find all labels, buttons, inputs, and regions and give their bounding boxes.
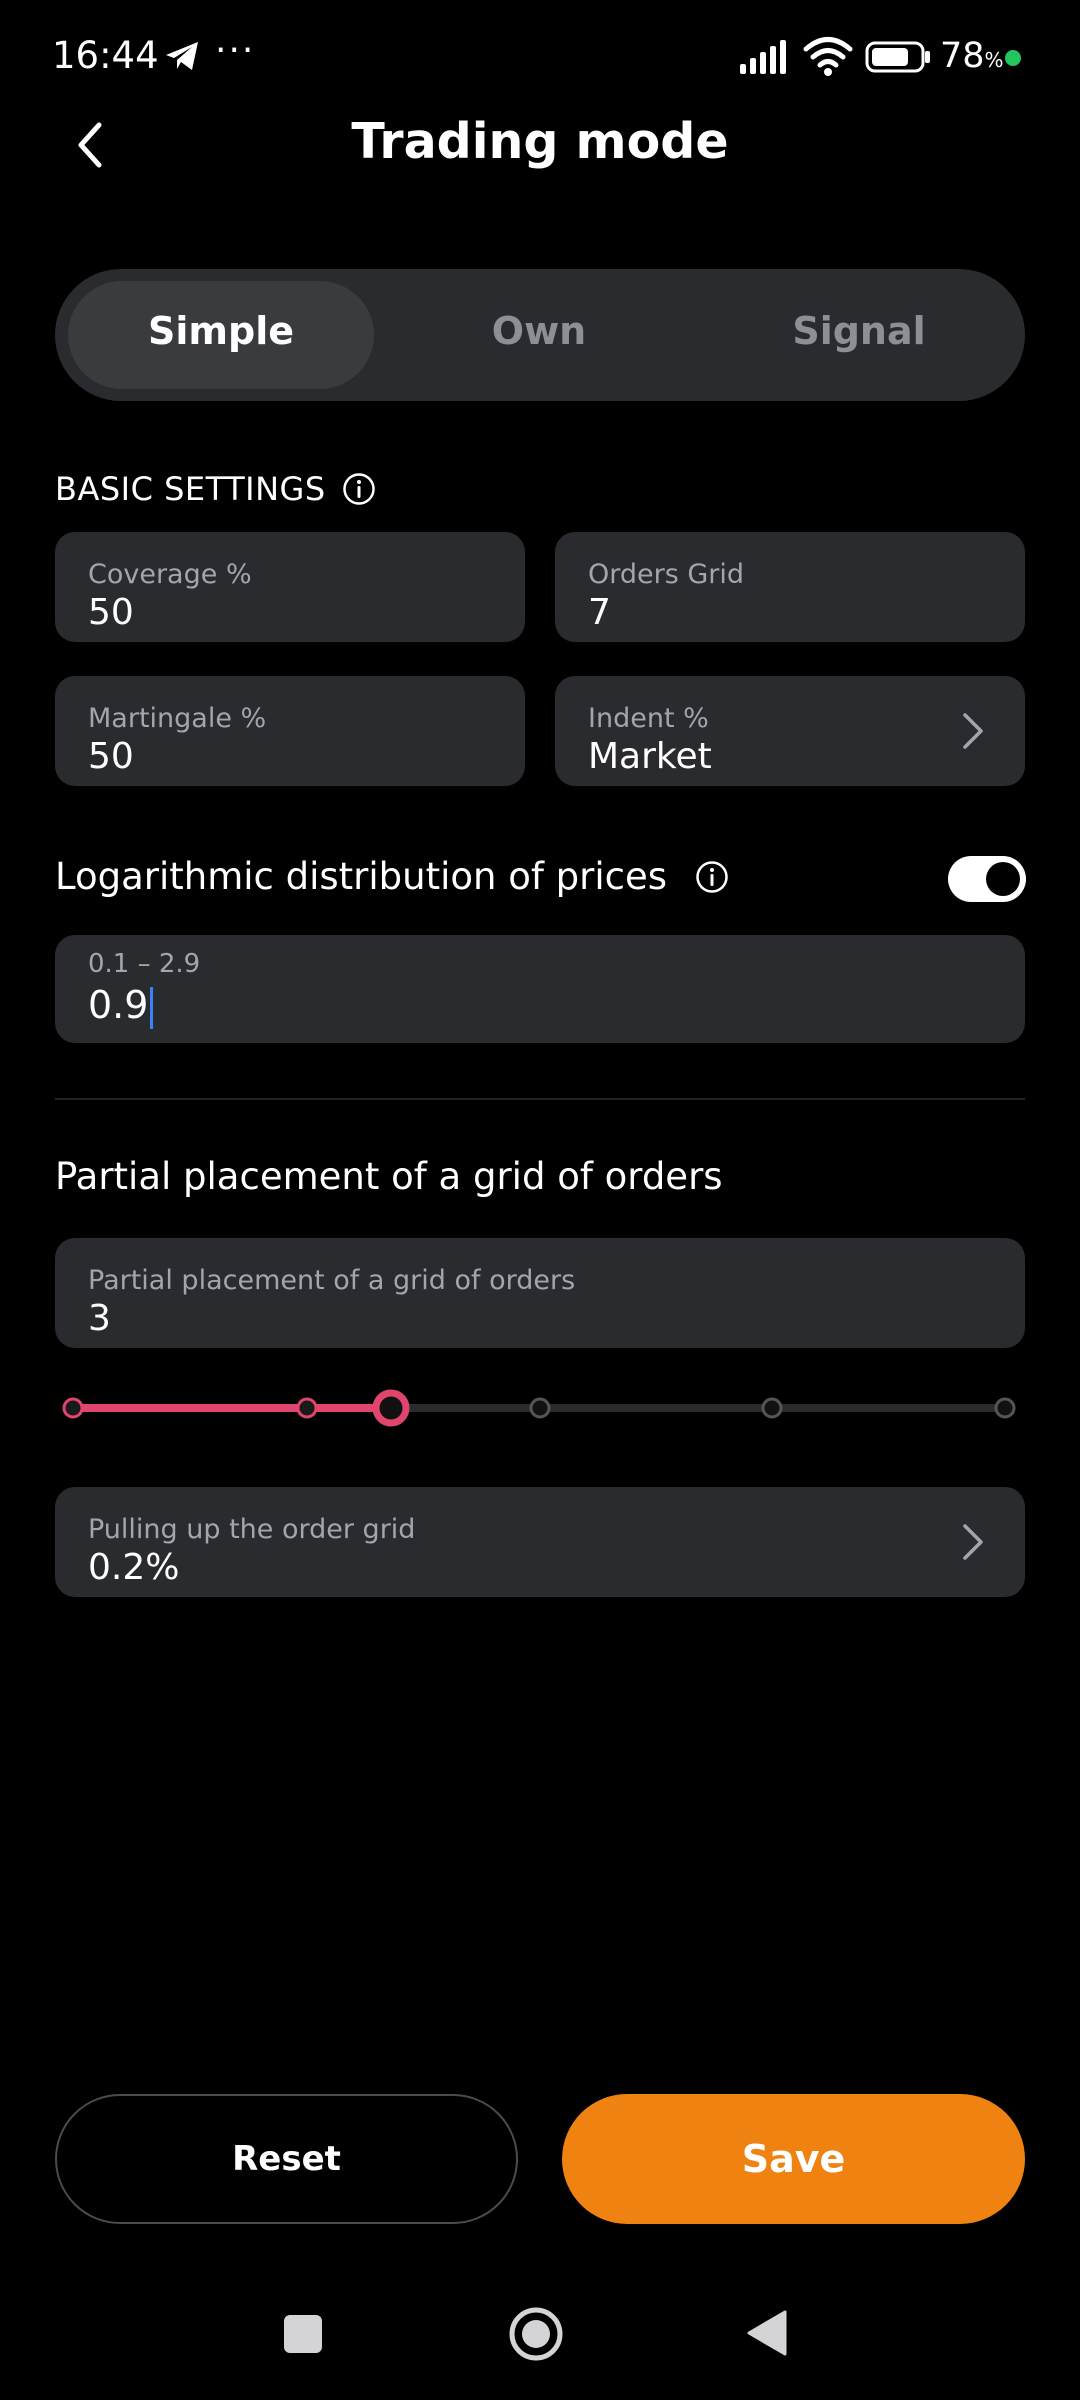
basic-settings-label: BASIC SETTINGS — [55, 470, 326, 508]
battery-percent-unit: % — [984, 48, 1004, 72]
log-value-text: 0.9 — [88, 983, 149, 1027]
partial-placement-label: Partial placement of a grid of orders — [88, 1265, 576, 1296]
chevron-right-icon — [963, 1524, 983, 1560]
orders-grid-field[interactable]: Orders Grid 7 — [555, 532, 1025, 642]
battery-percent: 78% — [940, 36, 1004, 76]
indent-label: Indent % — [588, 703, 709, 734]
reset-button[interactable]: Reset — [55, 2094, 518, 2224]
battery-icon — [865, 41, 930, 73]
page-title: Trading mode — [351, 113, 729, 170]
battery-percent-value: 78 — [940, 36, 985, 76]
toggle-knob — [986, 862, 1020, 896]
orders-grid-label: Orders Grid — [588, 559, 745, 590]
tab-signal[interactable]: Signal — [706, 309, 1012, 353]
slider-thumb[interactable] — [372, 1389, 410, 1427]
tab-own[interactable]: Own — [386, 309, 692, 353]
charging-dot — [1005, 50, 1021, 66]
log-value: 0.9 — [88, 983, 154, 1029]
coverage-field[interactable]: Coverage % 50 — [55, 532, 525, 642]
text-caret — [150, 986, 154, 1029]
recent-apps-icon[interactable] — [284, 2315, 322, 2353]
slider-stop — [296, 1397, 318, 1419]
coverage-label: Coverage % — [88, 559, 252, 590]
telegram-icon — [166, 42, 198, 70]
orders-grid-value: 7 — [588, 592, 611, 633]
status-bar: 16:44 ··· 78% — [0, 0, 1080, 110]
info-icon[interactable] — [342, 472, 376, 506]
partial-placement-title: Partial placement of a grid of orders — [55, 1155, 723, 1198]
indent-selector[interactable]: Indent % Market — [555, 676, 1025, 786]
divider — [55, 1098, 1025, 1100]
save-button[interactable]: Save — [562, 2094, 1025, 2224]
coverage-value: 50 — [88, 592, 134, 633]
partial-placement-slider[interactable] — [55, 1380, 1025, 1440]
log-distribution-label: Logarithmic distribution of prices — [55, 855, 668, 898]
partial-placement-value: 3 — [88, 1298, 111, 1339]
log-range-label: 0.1 – 2.9 — [88, 949, 201, 979]
partial-placement-field[interactable]: Partial placement of a grid of orders 3 — [55, 1238, 1025, 1348]
log-distribution-input[interactable]: 0.1 – 2.9 0.9 — [55, 935, 1025, 1043]
slider-stop — [62, 1397, 84, 1419]
log-distribution-title: Logarithmic distribution of prices — [55, 855, 729, 898]
pulling-up-value: 0.2% — [88, 1547, 180, 1588]
slider-stop — [994, 1397, 1016, 1419]
martingale-label: Martingale % — [88, 703, 267, 734]
nav-back-icon[interactable] — [745, 2308, 789, 2358]
chevron-right-icon — [963, 713, 983, 749]
log-distribution-toggle[interactable] — [948, 856, 1026, 902]
status-time: 16:44 — [52, 34, 159, 77]
signal-icon — [740, 40, 786, 74]
pulling-up-label: Pulling up the order grid — [88, 1514, 416, 1545]
pulling-up-selector[interactable]: Pulling up the order grid 0.2% — [55, 1487, 1025, 1597]
martingale-field[interactable]: Martingale % 50 — [55, 676, 525, 786]
slider-stop — [529, 1397, 551, 1419]
martingale-value: 50 — [88, 736, 134, 777]
basic-settings-title: BASIC SETTINGS — [55, 470, 376, 508]
wifi-icon — [803, 37, 853, 76]
tab-simple[interactable]: Simple — [68, 309, 374, 353]
info-icon[interactable] — [695, 860, 729, 894]
home-icon[interactable] — [508, 2306, 564, 2362]
more-notifications-icon: ··· — [215, 30, 256, 71]
slider-stop — [761, 1397, 783, 1419]
indent-value: Market — [588, 736, 712, 777]
